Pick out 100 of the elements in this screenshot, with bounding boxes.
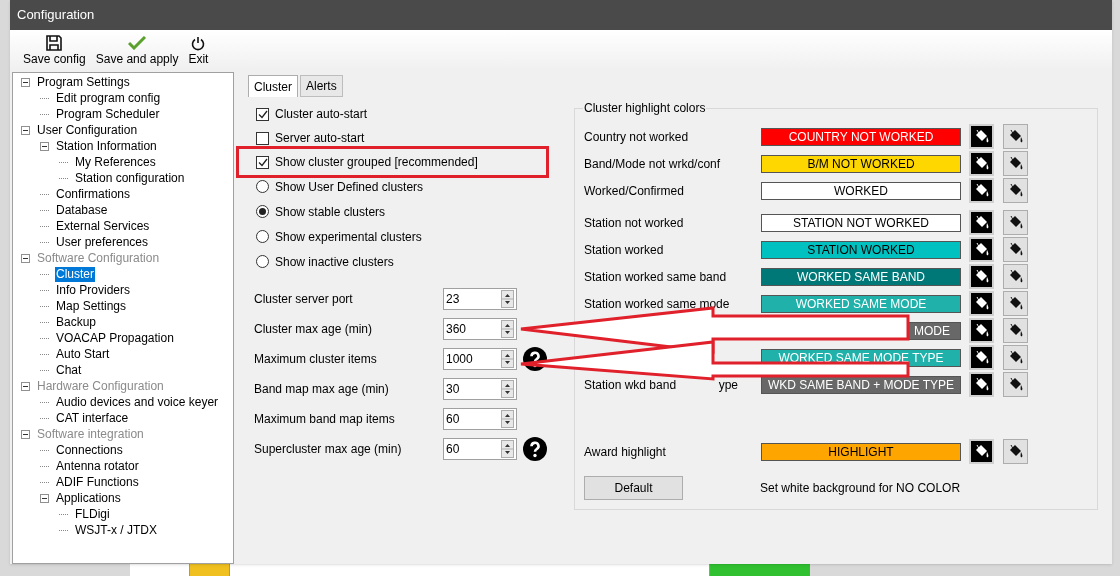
number-spinner[interactable]: 30	[443, 378, 517, 400]
paint-bucket-button[interactable]	[969, 372, 994, 397]
tree-item[interactable]: Antenna rotator	[55, 458, 140, 474]
collapse-icon[interactable]	[21, 77, 30, 87]
note-text: Set white background for NO COLOR	[760, 480, 961, 497]
collapse-icon[interactable]	[21, 253, 30, 263]
number-spinner[interactable]: 360	[443, 318, 517, 340]
number-spinner[interactable]: 60	[443, 438, 517, 460]
save-config-button[interactable]: Save config	[22, 34, 87, 66]
paint-bucket-button[interactable]	[969, 264, 994, 289]
save-and-apply-button[interactable]: Save and apply	[94, 34, 180, 66]
tree-item[interactable]: Station Information	[55, 138, 158, 154]
color-label: Station worked	[584, 241, 664, 259]
color-label: Station wkd band	[584, 376, 677, 394]
tree-item[interactable]: Auto Start	[55, 346, 111, 362]
tab[interactable]: Cluster	[248, 75, 298, 97]
default-button[interactable]: Default	[584, 476, 683, 500]
tree-item[interactable]: Confirmations	[55, 186, 132, 202]
collapse-icon[interactable]	[21, 429, 30, 439]
radio-label: Show User Defined clusters	[275, 178, 424, 196]
tree-item[interactable]: Software Configuration	[36, 250, 161, 266]
color-swatch: WORKED SAME MODE	[761, 294, 961, 313]
help-icon[interactable]	[523, 437, 547, 461]
number-spinner[interactable]: 23	[443, 288, 517, 310]
color-label: Station not worked	[584, 214, 684, 232]
spin-arrows-icon[interactable]	[501, 320, 514, 338]
paint-bucket-button[interactable]	[1003, 124, 1028, 149]
paint-bucket-button[interactable]	[969, 178, 994, 203]
tree-item[interactable]: External Services	[55, 218, 151, 234]
paint-bucket-button[interactable]	[1003, 439, 1028, 464]
tree-item[interactable]: User Configuration	[36, 122, 139, 138]
tree-item[interactable]: Audio devices and voice keyer	[55, 394, 220, 410]
color-swatch: WORKED SAME BAND	[761, 267, 961, 286]
paint-bucket-button[interactable]	[1003, 264, 1028, 289]
paint-bucket-button[interactable]	[969, 237, 994, 262]
number-spinner[interactable]: 60	[443, 408, 517, 430]
tree-item[interactable]: VOACAP Propagation	[55, 330, 175, 346]
tree-item[interactable]: Station configuration	[74, 170, 186, 186]
paint-bucket-button[interactable]	[1003, 291, 1028, 316]
color-swatch: COUNTRY NOT WORKED	[761, 127, 961, 146]
tree-item[interactable]: Cluster	[55, 266, 95, 282]
tree-item[interactable]: Applications	[55, 490, 122, 506]
field-label: Maximum band map items	[254, 411, 396, 428]
tree-item[interactable]: User preferences	[55, 234, 150, 250]
spin-arrows-icon[interactable]	[501, 350, 514, 368]
tree-item[interactable]: Info Providers	[55, 282, 132, 298]
exit-button[interactable]: Exit	[187, 34, 210, 66]
tree-item[interactable]: CAT interface	[55, 410, 130, 426]
tree-item[interactable]: Program Settings	[36, 74, 131, 90]
radio-button[interactable]	[256, 180, 269, 193]
paint-bucket-button[interactable]	[1003, 237, 1028, 262]
tree-item[interactable]: FLDigi	[74, 506, 111, 522]
color-swatch: WORKED	[761, 181, 961, 200]
collapse-icon[interactable]	[21, 125, 30, 135]
color-label: Station worked same band	[584, 268, 727, 286]
collapse-icon[interactable]	[40, 141, 49, 151]
paint-bucket-button[interactable]	[1003, 210, 1028, 235]
paint-bucket-button[interactable]	[1003, 318, 1028, 343]
radio-button[interactable]	[256, 205, 269, 218]
paint-bucket-button[interactable]	[1003, 178, 1028, 203]
tree-item[interactable]: Map Settings	[55, 298, 128, 314]
tree-item[interactable]: Backup	[55, 314, 98, 330]
tree-item[interactable]: WSJT-x / JTDX	[74, 522, 158, 538]
checkbox[interactable]	[256, 155, 269, 169]
paint-bucket-button[interactable]	[969, 210, 994, 235]
paint-bucket-button[interactable]	[969, 124, 994, 149]
tree-item[interactable]: Program Scheduler	[55, 106, 161, 122]
spin-arrows-icon[interactable]	[501, 410, 514, 428]
checkbox-label: Server auto-start	[275, 130, 365, 147]
paint-bucket-button[interactable]	[1003, 345, 1028, 370]
radio-button[interactable]	[256, 230, 269, 243]
field-label: Supercluster max age (min)	[254, 441, 403, 458]
checkbox[interactable]	[256, 107, 269, 121]
tree-item[interactable]: Connections	[55, 442, 124, 458]
tree-item[interactable]: Software integration	[36, 426, 145, 442]
tree-item[interactable]: Chat	[55, 362, 83, 378]
spin-arrows-icon[interactable]	[501, 380, 514, 398]
collapse-icon[interactable]	[40, 493, 49, 503]
spin-arrows-icon[interactable]	[501, 440, 514, 458]
checkbox-label: Show cluster grouped [recommended]	[275, 154, 478, 171]
color-swatch: STATION NOT WORKED	[761, 213, 961, 232]
tree-item[interactable]: Hardware Configuration	[36, 378, 165, 394]
paint-bucket-button[interactable]	[969, 291, 994, 316]
tree-item[interactable]: Edit program config	[55, 90, 162, 106]
paint-bucket-button[interactable]	[969, 439, 994, 464]
number-spinner[interactable]: 1000	[443, 348, 517, 370]
collapse-icon[interactable]	[21, 381, 30, 391]
paint-bucket-button[interactable]	[969, 151, 994, 176]
paint-bucket-button[interactable]	[1003, 372, 1028, 397]
paint-bucket-button[interactable]	[969, 345, 994, 370]
tree-item[interactable]: Database	[55, 202, 109, 218]
color-label: Worked/Confirmed	[584, 182, 684, 200]
paint-bucket-button[interactable]	[969, 318, 994, 343]
paint-bucket-button[interactable]	[1003, 151, 1028, 176]
tree-item[interactable]: ADIF Functions	[55, 474, 140, 490]
tree-item[interactable]: My References	[74, 154, 157, 170]
tab[interactable]: Alerts	[300, 75, 343, 97]
spin-arrows-icon[interactable]	[501, 290, 514, 308]
radio-button[interactable]	[256, 255, 269, 268]
checkbox[interactable]	[256, 131, 269, 145]
